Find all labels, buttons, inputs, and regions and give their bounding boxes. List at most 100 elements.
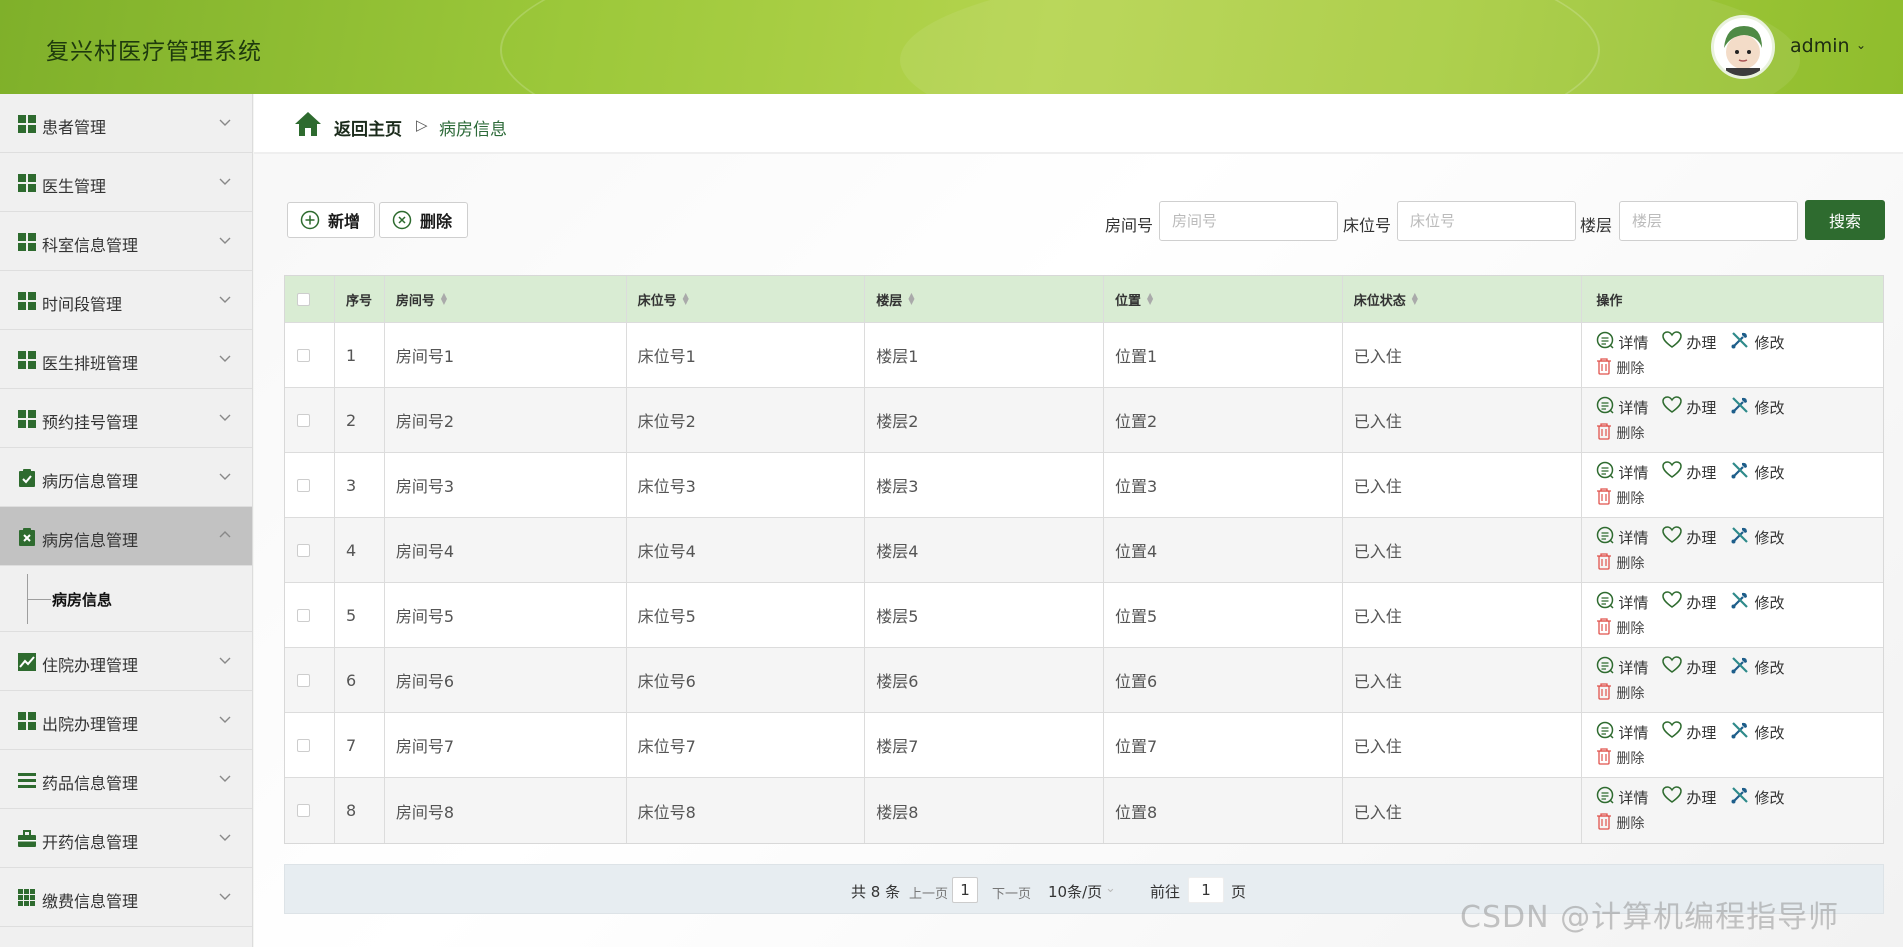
detail-button[interactable]: 详情 [1596,331,1648,353]
sidebar-item[interactable]: 预约挂号管理 [0,389,252,448]
add-button[interactable]: 新增 [287,202,375,238]
sidebar-item-label: 科室信息管理 [42,236,139,255]
trash-icon [1596,422,1616,444]
detail-button[interactable]: 详情 [1596,461,1648,483]
header-index: 序号 [335,276,385,322]
sidebar-item-label: 住院办理管理 [42,656,139,675]
sort-icon[interactable]: ▲ ▼ [1147,292,1153,306]
heart-icon [1662,396,1686,418]
edit-button[interactable]: 修改 [1730,525,1784,549]
row-checkbox[interactable] [297,413,310,427]
sidebar-item[interactable]: 患者管理 [0,94,252,153]
cell-floor: 楼层2 [865,388,1104,452]
tools-icon [1730,460,1754,484]
sidebar-item[interactable]: 科室信息管理 [0,212,252,271]
edit-button[interactable]: 修改 [1730,655,1784,679]
sidebar-item[interactable]: 病房信息管理 [0,507,252,566]
edit-label: 修改 [1754,398,1785,417]
row-delete-button[interactable]: 删除 [1596,812,1644,834]
row-delete-button[interactable]: 删除 [1596,747,1644,769]
row-select-cell [285,648,335,712]
header-position[interactable]: 位置 ▲ ▼ [1104,276,1343,322]
edit-button[interactable]: 修改 [1730,395,1784,419]
row-checkbox[interactable] [297,804,310,817]
sort-icon[interactable]: ▲ ▼ [908,292,914,306]
sidebar-item[interactable]: 开药信息管理 [0,809,252,868]
handle-label: 办理 [1686,333,1717,352]
row-delete-button[interactable]: 删除 [1596,487,1644,509]
select-all-checkbox[interactable] [297,292,310,306]
pagination-prev[interactable]: 上一页 [909,883,948,902]
room-search-input[interactable] [1159,201,1338,241]
cell-position: 位置1 [1104,323,1343,387]
edit-button[interactable]: 修改 [1730,785,1784,809]
handle-button[interactable]: 办理 [1662,591,1716,613]
sidebar-item[interactable]: 出院办理管理 [0,691,252,750]
delete-button[interactable]: 删除 [379,202,468,238]
table-row: 3 房间号3 床位号3 楼层3 位置3 已入住 详情 办理 修改 删除 [285,453,1883,518]
floor-search-input[interactable] [1619,201,1798,241]
breadcrumb-home-link[interactable]: 返回主页 [334,115,402,140]
sort-icon[interactable]: ▲ ▼ [683,292,689,306]
cell-status: 已入住 [1343,778,1583,843]
sort-icon[interactable]: ▲ ▼ [1412,292,1418,306]
cell-floor: 楼层5 [865,583,1104,647]
pagination-page-size[interactable]: 10条/页 [1048,881,1102,902]
handle-button[interactable]: 办理 [1662,526,1716,548]
row-checkbox[interactable] [297,543,310,557]
sort-icon[interactable]: ▲ ▼ [441,292,447,306]
header-room[interactable]: 房间号 ▲ ▼ [385,276,627,322]
edit-button[interactable]: 修改 [1730,330,1784,354]
search-button[interactable]: 搜索 [1805,200,1885,240]
sidebar-submenu-item[interactable]: 病房信息 [0,566,252,632]
sidebar-item[interactable]: 医生排班管理 [0,330,252,389]
home-icon[interactable] [294,111,322,137]
header-status[interactable]: 床位状态 ▲ ▼ [1343,276,1583,322]
sidebar-item[interactable]: 时间段管理 [0,271,252,330]
handle-button[interactable]: 办理 [1662,331,1716,353]
user-dropdown-icon[interactable]: ⌄ [1856,38,1866,52]
row-delete-button[interactable]: 删除 [1596,682,1644,704]
edit-label: 修改 [1754,333,1785,352]
detail-button[interactable]: 详情 [1596,721,1648,743]
row-checkbox[interactable] [297,478,310,492]
sidebar-item[interactable]: 住院办理管理 [0,632,252,691]
row-checkbox[interactable] [297,738,310,752]
handle-button[interactable]: 办理 [1662,396,1716,418]
sidebar-item[interactable]: 药品信息管理 [0,750,252,809]
close-circle-icon [392,210,412,230]
pagination-goto-input[interactable]: 1 [1188,877,1224,903]
handle-button[interactable]: 办理 [1662,721,1716,743]
sidebar-item[interactable]: 医生管理 [0,153,252,212]
edit-button[interactable]: 修改 [1730,590,1784,614]
pagination-page-current[interactable]: 1 [952,877,978,903]
detail-button[interactable]: 详情 [1596,526,1648,548]
row-checkbox[interactable] [297,348,310,362]
detail-button[interactable]: 详情 [1596,396,1648,418]
detail-button[interactable]: 详情 [1596,786,1648,808]
row-delete-label: 删除 [1616,491,1645,507]
user-name[interactable]: admin [1790,35,1850,57]
pagination-next[interactable]: 下一页 [992,883,1031,902]
row-delete-button[interactable]: 删除 [1596,617,1644,639]
handle-button[interactable]: 办理 [1662,461,1716,483]
row-delete-button[interactable]: 删除 [1596,357,1644,379]
sidebar-item[interactable]: 缴费信息管理 [0,868,252,927]
detail-button[interactable]: 详情 [1596,591,1648,613]
handle-button[interactable]: 办理 [1662,786,1716,808]
row-delete-button[interactable]: 删除 [1596,422,1644,444]
header-floor[interactable]: 楼层 ▲ ▼ [865,276,1104,322]
header-bed-label: 床位号 [637,293,677,309]
user-avatar[interactable] [1711,15,1775,79]
edit-button[interactable]: 修改 [1730,720,1784,744]
detail-button[interactable]: 详情 [1596,656,1648,678]
row-delete-button[interactable]: 删除 [1596,552,1644,574]
header-bed[interactable]: 床位号 ▲ ▼ [627,276,866,322]
edit-button[interactable]: 修改 [1730,460,1784,484]
handle-button[interactable]: 办理 [1662,656,1716,678]
page-size-chevron-icon[interactable]: ⌄ [1105,881,1116,896]
row-checkbox[interactable] [297,673,310,687]
sidebar-item[interactable]: 病历信息管理 [0,448,252,507]
bed-search-input[interactable] [1397,201,1576,241]
row-checkbox[interactable] [297,608,310,622]
